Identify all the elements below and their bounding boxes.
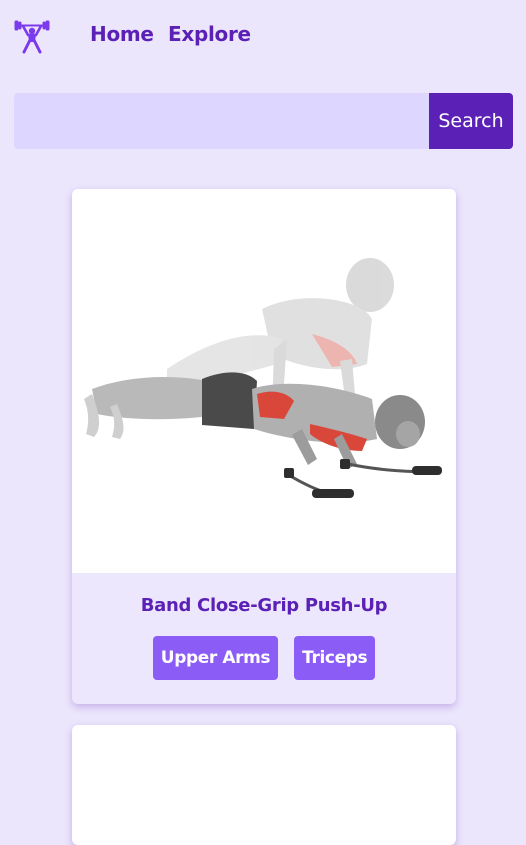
exercise-tags: Upper Arms Triceps [72,636,456,680]
exercise-card[interactable]: Band Close-Grip Push-Up Upper Arms Trice… [72,189,456,704]
tag-upper-arms[interactable]: Upper Arms [152,636,279,680]
tag-triceps[interactable]: Triceps [294,636,376,680]
search-input[interactable] [14,93,429,149]
nav-link-home[interactable]: Home [90,22,154,46]
exercise-image [72,189,456,573]
exercise-card[interactable] [72,725,456,845]
exercise-title: Band Close-Grip Push-Up [140,595,388,616]
weightlifter-icon[interactable] [14,16,50,54]
top-nav: Home Explore [0,0,526,72]
search-button[interactable]: Search [429,93,513,149]
search-bar: Search [14,93,513,149]
nav-link-explore[interactable]: Explore [168,22,251,46]
